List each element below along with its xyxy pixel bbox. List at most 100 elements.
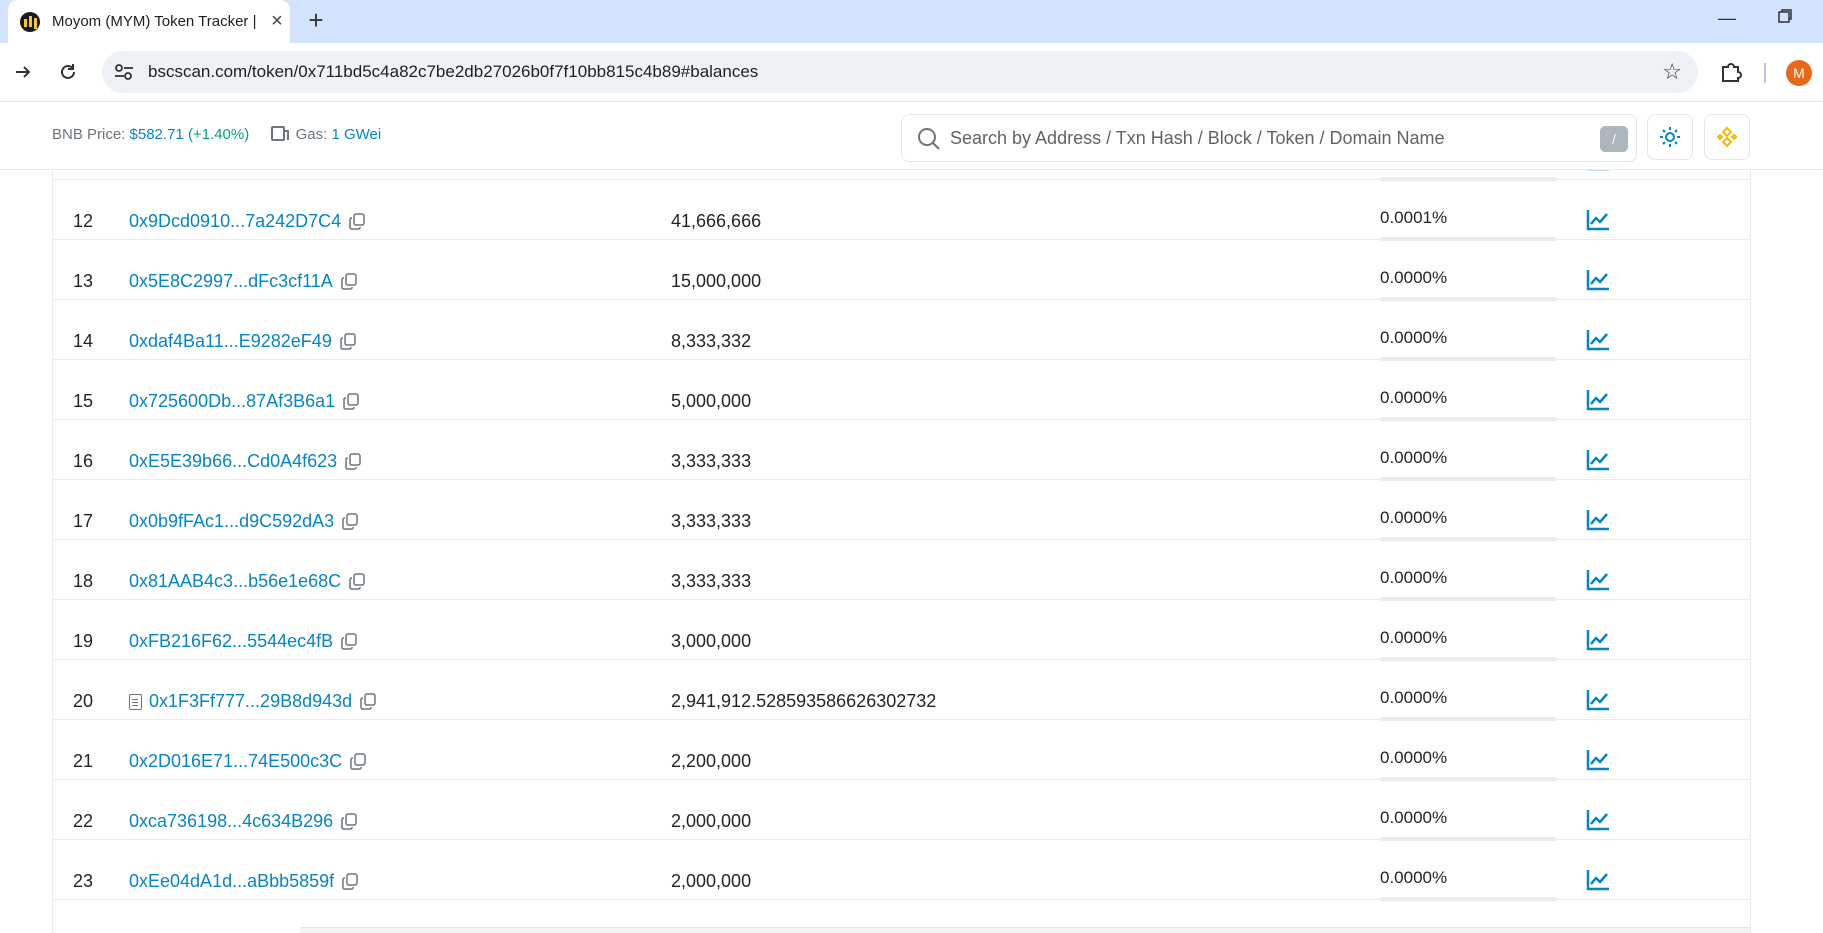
tab-close-icon[interactable]: × <box>266 10 288 33</box>
copy-icon[interactable] <box>350 753 366 770</box>
quantity-cell: 2,200,000 <box>671 751 752 771</box>
analytics-chart-icon[interactable] <box>1585 628 1611 652</box>
bookmark-star-icon[interactable]: ☆ <box>1662 59 1682 85</box>
reload-icon[interactable] <box>53 57 83 87</box>
browser-tab-bar: Moyom (MYM) Token Tracker | B × + — <box>0 0 1823 43</box>
holders-table: 110xBb759CF1...2cb7D595142,417,8160.0001… <box>52 148 1751 933</box>
analytics-chart-icon[interactable] <box>1585 328 1611 352</box>
address-cell: 0xdaf4Ba11...E9282eF49 <box>129 331 356 352</box>
copy-icon[interactable] <box>342 513 358 530</box>
new-tab-button[interactable]: + <box>302 7 330 35</box>
table-row: 19 0xFB216F62...5544ec4fB 3,000,000 0.0000% <box>53 600 1750 661</box>
analytics-chart-icon[interactable] <box>1585 808 1611 832</box>
rank-cell: 19 <box>73 631 94 651</box>
quantity-cell: 41,666,666 <box>671 211 762 231</box>
address-cell: 0x725600Db...87Af3B6a1 <box>129 391 359 412</box>
search-input[interactable] <box>950 123 1570 153</box>
analytics-chart-icon[interactable] <box>1585 508 1611 532</box>
copy-icon[interactable] <box>343 393 359 410</box>
holder-address-link[interactable]: 0xdaf4Ba11...E9282eF49 <box>129 331 332 352</box>
extensions-puzzle-icon[interactable] <box>1718 59 1744 85</box>
percentage-cell: 0.0000% <box>1380 328 1448 347</box>
analytics-chart-icon[interactable] <box>1585 688 1611 712</box>
holder-address-link[interactable]: 0x0b9fFAc1...d9C592dA3 <box>129 511 334 532</box>
analytics-chart-icon[interactable] <box>1585 568 1611 592</box>
holder-address-link[interactable]: 0x1F3Ff777...29B8d943d <box>149 691 352 712</box>
holder-address-link[interactable]: 0x5E8C2997...dFc3cf11A <box>129 271 333 292</box>
site-header: BNB Price: $582.71 (+1.40%) Gas: 1 GWei … <box>0 102 1823 170</box>
holder-address-link[interactable]: 0xca736198...4c634B296 <box>129 811 333 832</box>
bnb-chain-button[interactable] <box>1704 114 1750 160</box>
address-cell: 0xca736198...4c634B296 <box>129 811 357 832</box>
address-cell: 0x81AAB4c3...b56e1e68C <box>129 571 365 592</box>
address-cell: 0x2D016E71...74E500c3C <box>129 751 366 772</box>
minimize-icon[interactable]: — <box>1712 8 1742 32</box>
holder-address-link[interactable]: 0xFB216F62...5544ec4fB <box>129 631 333 652</box>
rank-cell: 17 <box>73 511 94 531</box>
copy-icon[interactable] <box>349 573 365 590</box>
moyom-favicon-icon <box>20 11 40 32</box>
analytics-chart-icon[interactable] <box>1585 868 1611 892</box>
bnb-price-change: (+1.40%) <box>187 126 250 143</box>
contract-icon <box>129 693 142 710</box>
copy-icon[interactable] <box>341 633 357 650</box>
copy-icon[interactable] <box>342 873 358 890</box>
quantity-cell: 2,941,912.528593586626302732 <box>671 691 937 711</box>
copy-icon[interactable] <box>360 693 376 710</box>
forward-arrow-icon[interactable] <box>8 57 38 87</box>
rank-cell: 13 <box>73 271 94 291</box>
table-row: 15 0x725600Db...87Af3B6a1 5,000,000 0.0000% <box>53 360 1750 421</box>
gas-label: Gas: <box>295 126 328 143</box>
holder-address-link[interactable]: 0x2D016E71...74E500c3C <box>129 751 342 772</box>
holder-address-link[interactable]: 0x725600Db...87Af3B6a1 <box>129 391 335 412</box>
horizontal-scrollbar[interactable] <box>300 927 1750 933</box>
analytics-chart-icon[interactable] <box>1585 388 1611 412</box>
search-icon <box>916 126 942 152</box>
percentage-cell: 0.0000% <box>1380 688 1448 707</box>
rank-cell: 22 <box>73 811 94 831</box>
percentage-cell: 0.0000% <box>1380 448 1448 467</box>
rank-cell: 21 <box>73 751 94 771</box>
gas-value[interactable]: 1 GWei <box>331 126 381 143</box>
copy-icon[interactable] <box>341 273 357 290</box>
quantity-cell: 3,333,333 <box>671 571 752 591</box>
copy-icon[interactable] <box>340 333 356 350</box>
percentage-cell: 0.0000% <box>1380 388 1448 407</box>
analytics-chart-icon[interactable] <box>1585 448 1611 472</box>
table-row: 20 0x1F3Ff777...29B8d943d 2,941,912.528593… <box>53 660 1750 721</box>
copy-icon[interactable] <box>345 453 361 470</box>
quantity-cell: 3,333,333 <box>671 511 752 531</box>
rank-cell: 18 <box>73 571 94 591</box>
bnb-price-value[interactable]: $582.71 <box>130 126 184 143</box>
table-row: 21 0x2D016E71...74E500c3C 2,200,000 0.0000% <box>53 720 1750 781</box>
holder-address-link[interactable]: 0x81AAB4c3...b56e1e68C <box>129 571 341 592</box>
quantity-cell: 2,000,000 <box>671 811 752 831</box>
holder-address-link[interactable]: 0xEe04dA1d...aBbb5859f <box>129 871 334 892</box>
percentage-bar <box>1380 897 1557 901</box>
holder-address-link[interactable]: 0xE5E39b66...Cd0A4f623 <box>129 451 337 472</box>
rank-cell: 15 <box>73 391 94 411</box>
search-shortcut-key: / <box>1600 126 1628 152</box>
sun-icon <box>1660 127 1680 147</box>
restore-window-icon[interactable] <box>1770 8 1800 32</box>
analytics-chart-icon[interactable] <box>1585 208 1611 232</box>
quantity-cell: 3,333,333 <box>671 451 752 471</box>
analytics-chart-icon[interactable] <box>1585 268 1611 292</box>
holder-address-link[interactable]: 0x9Dcd0910...7a242D7C4 <box>129 211 341 232</box>
site-info-icon[interactable] <box>112 61 136 83</box>
address-bar[interactable]: bscscan.com/token/0x711bd5c4a82c7be2db27… <box>102 51 1698 93</box>
address-cell: 0x9Dcd0910...7a242D7C4 <box>129 211 365 232</box>
url-text[interactable]: bscscan.com/token/0x711bd5c4a82c7be2db27… <box>148 62 758 82</box>
table-row: 23 0xEe04dA1d...aBbb5859f 2,000,000 0.0000% <box>53 840 1750 901</box>
bnb-logo-icon <box>1716 126 1738 148</box>
theme-toggle-button[interactable] <box>1647 114 1693 160</box>
quantity-cell: 5,000,000 <box>671 391 752 411</box>
profile-avatar[interactable]: M <box>1786 60 1812 86</box>
percentage-cell: 0.0000% <box>1380 808 1448 827</box>
copy-icon[interactable] <box>341 813 357 830</box>
percentage-cell: 0.0000% <box>1380 568 1448 587</box>
browser-tab[interactable]: Moyom (MYM) Token Tracker | B × <box>8 0 290 43</box>
copy-icon[interactable] <box>349 213 365 230</box>
analytics-chart-icon[interactable] <box>1585 748 1611 772</box>
rank-cell: 20 <box>73 691 94 711</box>
